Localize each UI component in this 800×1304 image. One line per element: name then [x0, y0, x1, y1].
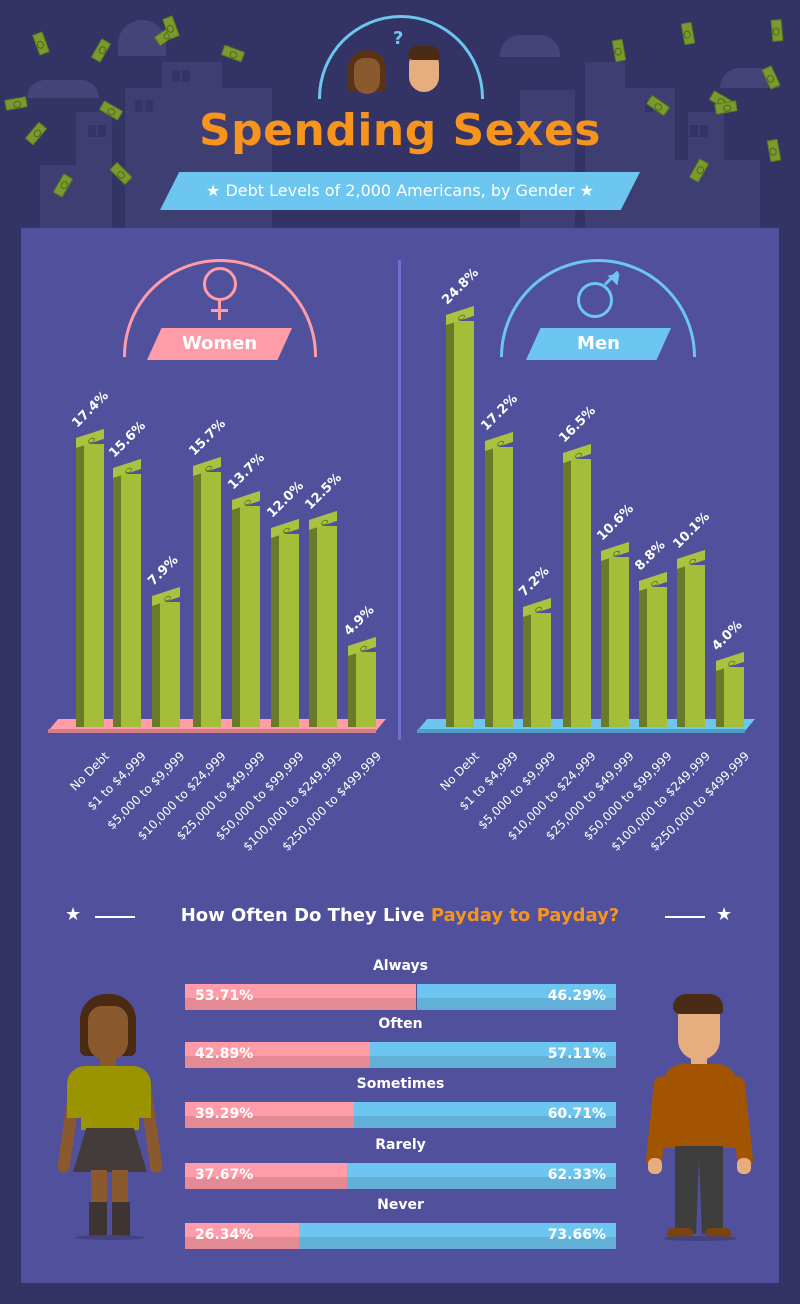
bar-front	[201, 472, 221, 727]
bar-side	[271, 533, 279, 727]
payday-title-prefix: How Often Do They Live	[180, 905, 431, 926]
question-mark: ?	[393, 28, 404, 49]
payday-bar: 53.71% 46.29%	[185, 984, 616, 1010]
women-value: 53.71%	[195, 988, 254, 1004]
bar-front	[84, 444, 104, 727]
bar-side	[639, 586, 647, 727]
female-symbol-icon	[201, 267, 241, 323]
bar-side	[677, 565, 685, 727]
window	[172, 70, 180, 82]
bar	[485, 432, 513, 727]
cloud	[27, 80, 99, 98]
payday-category-label: Never	[377, 1197, 424, 1213]
payday-category-label: Often	[378, 1016, 423, 1032]
bar-side	[309, 525, 317, 727]
bar-front	[454, 321, 474, 727]
bar-side	[152, 601, 160, 727]
cloud	[500, 35, 560, 57]
bar-side	[716, 666, 724, 727]
women-label: Women	[147, 328, 292, 360]
page-title: Spending Sexes	[198, 105, 601, 156]
women-value: 42.89%	[195, 1046, 254, 1062]
bar-side	[348, 651, 356, 727]
men-chart-base-edge	[417, 729, 745, 733]
men-value: 60.71%	[547, 1106, 606, 1122]
money-bill-icon	[220, 44, 246, 63]
bar	[232, 490, 260, 727]
bar-side	[601, 557, 609, 727]
bar-front	[493, 447, 513, 727]
bar-front	[531, 613, 551, 727]
man-figure-illustration	[645, 988, 755, 1242]
star-icon: ★	[716, 904, 733, 925]
payday-bar: 39.29% 60.71%	[185, 1102, 616, 1128]
male-symbol-icon	[575, 268, 625, 320]
bar-front	[160, 601, 180, 727]
payday-category-label: Always	[372, 958, 429, 974]
bar-front	[571, 459, 591, 727]
bar-front	[317, 525, 337, 727]
men-label: Men	[526, 328, 671, 360]
bar-side	[523, 613, 531, 727]
bar	[113, 458, 141, 727]
women-chart-base-edge	[48, 729, 376, 733]
bar-side	[446, 321, 454, 727]
money-bill-icon	[32, 31, 50, 56]
bar	[563, 443, 591, 727]
payday-category-label: Rarely	[375, 1137, 426, 1153]
bar-front	[724, 666, 744, 727]
bar	[152, 586, 180, 727]
bar-front	[609, 557, 629, 727]
payday-bar: 26.34% 73.66%	[185, 1223, 616, 1249]
bar	[639, 571, 667, 727]
bar-side	[232, 505, 240, 727]
bar-front	[685, 565, 705, 727]
bar-front	[356, 651, 376, 727]
men-value: 46.29%	[547, 988, 606, 1004]
money-bill-icon	[90, 38, 112, 63]
woman-figure-illustration	[55, 990, 165, 1240]
bar-side	[193, 472, 201, 727]
men-value: 73.66%	[547, 1227, 606, 1243]
bar	[76, 429, 104, 727]
bar	[446, 306, 474, 727]
payday-title-accent: Payday to Payday?	[430, 905, 620, 926]
bar-side	[113, 474, 121, 727]
window	[182, 70, 190, 82]
money-bill-icon	[611, 38, 627, 63]
men-value: 62.33%	[547, 1167, 606, 1183]
title-rule	[665, 916, 705, 918]
bar	[716, 651, 744, 727]
bar	[309, 510, 337, 727]
men-value: 57.11%	[547, 1046, 606, 1062]
women-value: 37.67%	[195, 1167, 254, 1183]
page-subtitle: ★ Debt Levels of 2,000 Americans, by Gen…	[206, 181, 594, 200]
bar	[523, 598, 551, 727]
payday-category-label: Sometimes	[356, 1076, 445, 1092]
bar-side	[563, 459, 571, 727]
women-value: 26.34%	[195, 1227, 254, 1243]
bar-front	[240, 505, 260, 727]
bar-side	[485, 447, 493, 727]
money-bill-icon	[680, 21, 696, 46]
bar	[271, 518, 299, 727]
payday-bar: 42.89% 57.11%	[185, 1042, 616, 1068]
woman-face-icon	[348, 50, 386, 98]
man-face-icon	[405, 46, 443, 98]
money-bill-icon	[770, 19, 784, 42]
payday-bar: 37.67% 62.33%	[185, 1163, 616, 1189]
bar	[193, 457, 221, 727]
chart-divider	[398, 260, 401, 740]
bar	[601, 541, 629, 727]
bar-front	[121, 474, 141, 727]
bar-front	[647, 586, 667, 727]
bar	[677, 550, 705, 727]
bar	[348, 636, 376, 727]
women-value: 39.29%	[195, 1106, 254, 1122]
bar-front	[279, 533, 299, 727]
bar-side	[76, 444, 84, 727]
